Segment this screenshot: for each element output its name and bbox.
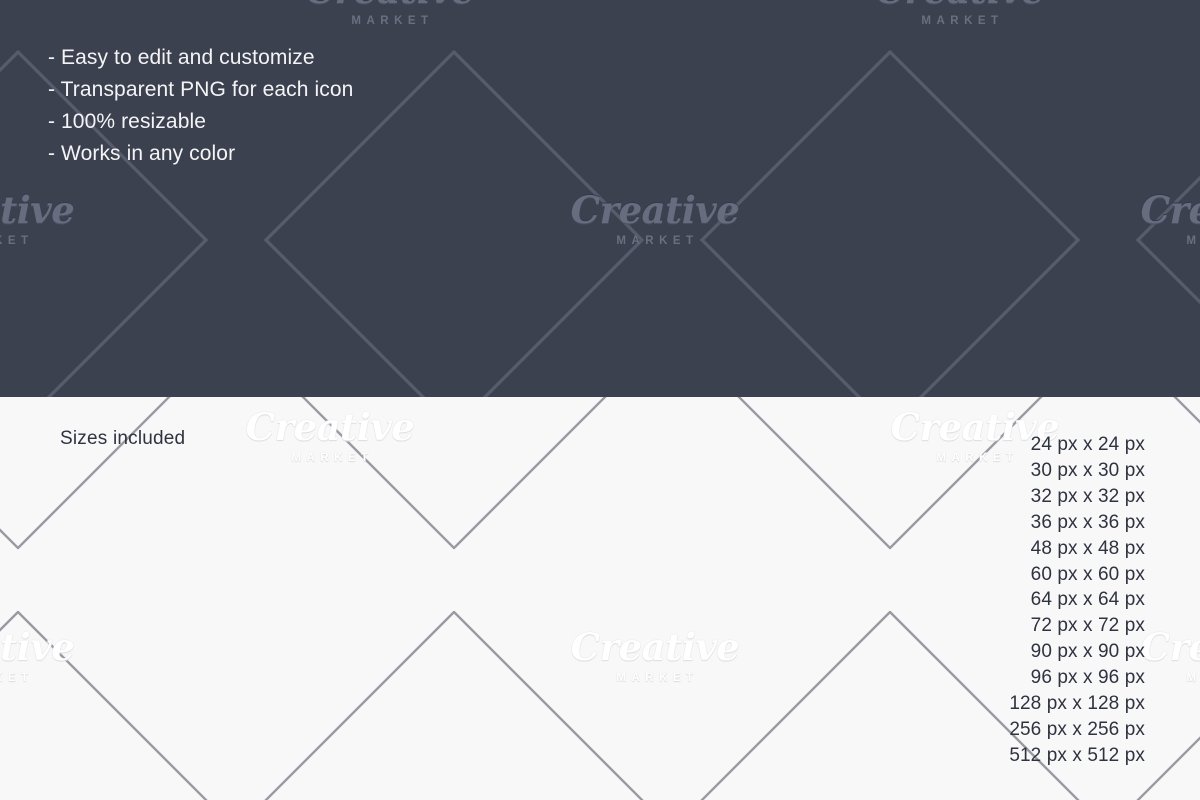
watermark-sub-text: MARKET <box>1186 235 1200 247</box>
watermark-logo: Creative MARKET <box>570 192 740 248</box>
watermark-script-text: Creative <box>1140 188 1200 232</box>
feature-list: - Easy to edit and customize - Transpare… <box>48 42 353 170</box>
watermark-logo: Creative MARKET <box>0 192 75 248</box>
size-list-item: 128 px x 128 px <box>1009 693 1145 715</box>
watermark-script-text: Creative <box>570 188 740 232</box>
size-list-item: 60 px x 60 px <box>1030 563 1145 585</box>
size-list-item: 24 px x 24 px <box>1030 434 1145 455</box>
watermark-logo: Creative MARKET <box>0 629 75 685</box>
size-list-item: 72 px x 72 px <box>1030 615 1145 637</box>
watermark-sub-text: MARKET <box>921 15 1004 27</box>
size-list-item: 96 px x 96 px <box>1030 667 1145 689</box>
watermark-sub-text: MARKET <box>616 235 699 247</box>
watermark-script-text: Creative <box>0 625 75 669</box>
watermark-sub-text: MARKET <box>351 15 434 27</box>
watermark-sub-text: MARKET <box>616 672 699 684</box>
promo-graphic: Creative MARKET Creative MARKET Creative… <box>0 0 1200 800</box>
watermark-script-text: Creative <box>0 188 75 232</box>
watermark-logo: Creative MARKET <box>1140 192 1200 248</box>
feature-list-item: - Easy to edit and customize <box>48 46 315 69</box>
watermark-script-text: Creative <box>875 0 1045 9</box>
watermark-sub-text: MARKET <box>0 235 34 247</box>
watermark-script-text: Creative <box>305 0 475 9</box>
watermark-logo: Creative MARKET <box>245 409 415 465</box>
size-list-item: 48 px x 48 px <box>1030 537 1145 559</box>
size-list-item: 512 px x 512 px <box>1009 744 1145 766</box>
watermark-sub-text: MARKET <box>291 452 374 464</box>
sizes-list: 24 px x 24 px 30 px x 30 px 32 px x 32 p… <box>1009 432 1145 769</box>
size-list-item: 36 px x 36 px <box>1030 511 1145 533</box>
watermark-logo: Creative MARKET <box>305 0 475 28</box>
watermark-sub-text: MARKET <box>1186 672 1200 684</box>
watermark-logo: Creative MARKET <box>570 629 740 685</box>
watermark-script-text: Creative <box>1140 625 1200 669</box>
size-list-item: 256 px x 256 px <box>1009 718 1145 740</box>
watermark-logo: Creative MARKET <box>1140 629 1200 685</box>
feature-list-item: - Transparent PNG for each icon <box>48 78 354 101</box>
watermark-sub-text: MARKET <box>0 672 34 684</box>
sizes-included-heading: Sizes included <box>60 428 186 449</box>
size-list-item: 90 px x 90 px <box>1030 641 1145 663</box>
watermark-logo: Creative MARKET <box>875 0 1045 28</box>
watermark-script-text: Creative <box>245 405 415 449</box>
size-list-item: 32 px x 32 px <box>1030 485 1145 507</box>
size-list-item: 64 px x 64 px <box>1030 589 1145 611</box>
watermark-script-text: Creative <box>570 625 740 669</box>
feature-list-item: - 100% resizable <box>48 110 207 133</box>
size-list-item: 30 px x 30 px <box>1030 459 1145 481</box>
feature-list-item: - Works in any color <box>48 142 236 165</box>
